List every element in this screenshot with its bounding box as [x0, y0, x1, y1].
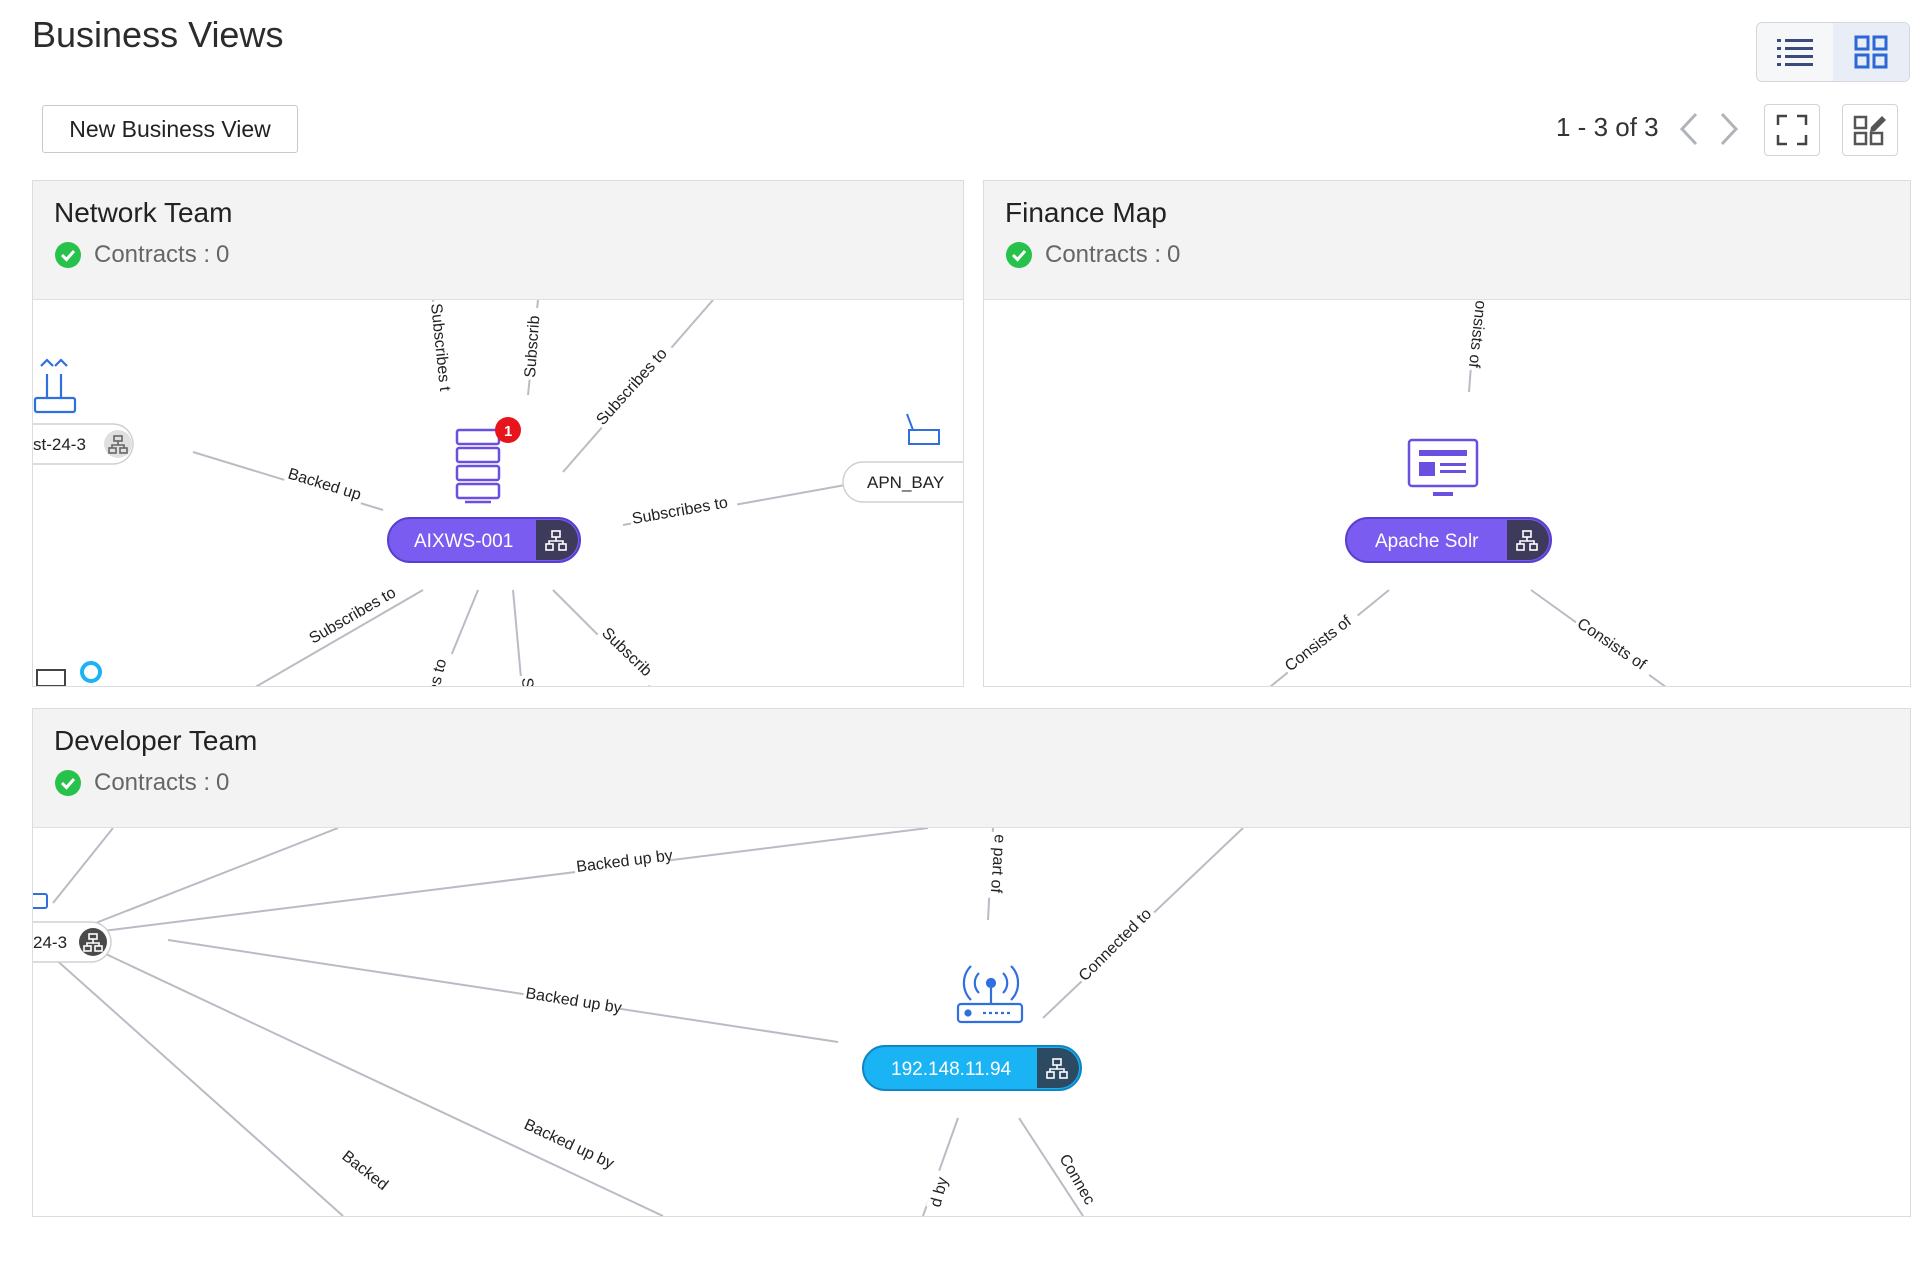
edge-label: Backed up	[286, 466, 363, 504]
fullscreen-button[interactable]	[1764, 104, 1820, 156]
chevron-right-icon[interactable]	[1718, 112, 1740, 146]
fullscreen-icon	[1776, 114, 1808, 146]
edit-layout-button[interactable]	[1842, 104, 1898, 156]
edge-label: onsists of	[1465, 300, 1489, 369]
list-view-button[interactable]	[1757, 23, 1833, 81]
node-label: 24-3	[33, 933, 67, 952]
contracts-label: Contracts :	[94, 241, 211, 268]
router-icon	[33, 358, 77, 414]
card-title[interactable]: Network Team	[54, 197, 232, 229]
alarm-count: 1	[504, 423, 512, 440]
edge-label: Backed up by	[521, 1116, 616, 1172]
view-toggle	[1756, 22, 1910, 82]
business-view-card-developer-team[interactable]: Developer Team Contracts : 0 Backed up b…	[32, 708, 1911, 1217]
chevron-left-icon[interactable]	[1678, 112, 1700, 146]
topology-map[interactable]: Backed up by e part of Connected to Back…	[33, 827, 1910, 1216]
contracts-value: 0	[1167, 241, 1181, 268]
contracts-label: Contracts :	[94, 769, 211, 796]
edge-label: Connected to	[1076, 905, 1155, 984]
grid-view-icon	[1854, 35, 1888, 69]
node-label: AIXWS-001	[414, 531, 513, 552]
business-view-card-network-team[interactable]: Network Team Contracts : 0 Subscribes t …	[32, 180, 964, 687]
access-point-icon	[906, 413, 940, 445]
check-circle-icon	[1006, 242, 1032, 268]
edge-label: Subscribes to	[631, 494, 730, 528]
card-title[interactable]: Developer Team	[54, 725, 257, 757]
contracts-label: Contracts :	[1045, 241, 1162, 268]
check-circle-icon	[55, 770, 81, 796]
contracts-value: 0	[216, 241, 230, 268]
card-header: Developer Team Contracts : 0	[33, 709, 1910, 828]
edit-layout-icon	[1853, 115, 1886, 146]
topology-node-main[interactable]: 192.148.11.94	[862, 1045, 1082, 1091]
topology-node-right[interactable]: APN_BAY	[842, 413, 963, 503]
contracts-status: Contracts : 0	[1005, 241, 1180, 269]
settings-device-icon	[36, 661, 102, 686]
node-label: Apache Solr	[1375, 531, 1479, 552]
edge-label: Subscribes to	[593, 345, 671, 428]
topology-node-main[interactable]: Apache Solr	[1345, 517, 1552, 563]
contracts-value: 0	[216, 769, 230, 796]
new-business-view-button[interactable]: New Business View	[42, 105, 298, 153]
wireless-router-icon	[956, 965, 1024, 1024]
edge-label: Consists of	[1574, 615, 1650, 674]
card-title[interactable]: Finance Map	[1005, 197, 1167, 229]
edge-label: Subscribes to	[307, 584, 400, 647]
card-header: Network Team Contracts : 0	[33, 181, 963, 300]
edge-label: d by	[927, 1175, 951, 1209]
topology-map[interactable]: Subscribes t Subscrib Subscribes to Back…	[33, 299, 963, 686]
server-icon	[455, 428, 501, 504]
web-application-icon	[1407, 438, 1479, 496]
list-view-icon	[1777, 39, 1813, 66]
grid-view-button[interactable]	[1833, 23, 1909, 81]
edge-label: Backed up by	[524, 985, 622, 1017]
topology-map[interactable]: onsists of Consists of Consists of Apach…	[984, 297, 1910, 686]
business-view-card-finance-map[interactable]: Finance Map Contracts : 0 onsists of Con…	[983, 180, 1911, 687]
topology-node-left[interactable]: 24-3	[33, 921, 112, 963]
node-label: APN_BAY	[867, 473, 944, 492]
contracts-status: Contracts : 0	[54, 241, 229, 269]
router-icon	[33, 893, 48, 909]
node-label: st-24-3	[33, 435, 86, 454]
node-label: 192.148.11.94	[891, 1059, 1012, 1080]
edge-label: Subscrib	[598, 625, 655, 681]
edge-label: S	[518, 677, 536, 686]
check-circle-icon	[55, 242, 81, 268]
contracts-status: Contracts : 0	[54, 769, 229, 797]
topology-node-main[interactable]: AIXWS-001	[387, 517, 581, 563]
edge-label: Consists of	[1282, 613, 1355, 675]
edge-label: Backed	[339, 1148, 392, 1194]
pagination-label: 1 - 3 of 3	[1556, 112, 1659, 142]
topology-node-left[interactable]: st-24-3	[33, 423, 134, 465]
card-header: Finance Map Contracts : 0	[984, 181, 1910, 300]
page-title: Business Views	[32, 14, 284, 55]
alarm-badge[interactable]: 1	[495, 417, 521, 443]
